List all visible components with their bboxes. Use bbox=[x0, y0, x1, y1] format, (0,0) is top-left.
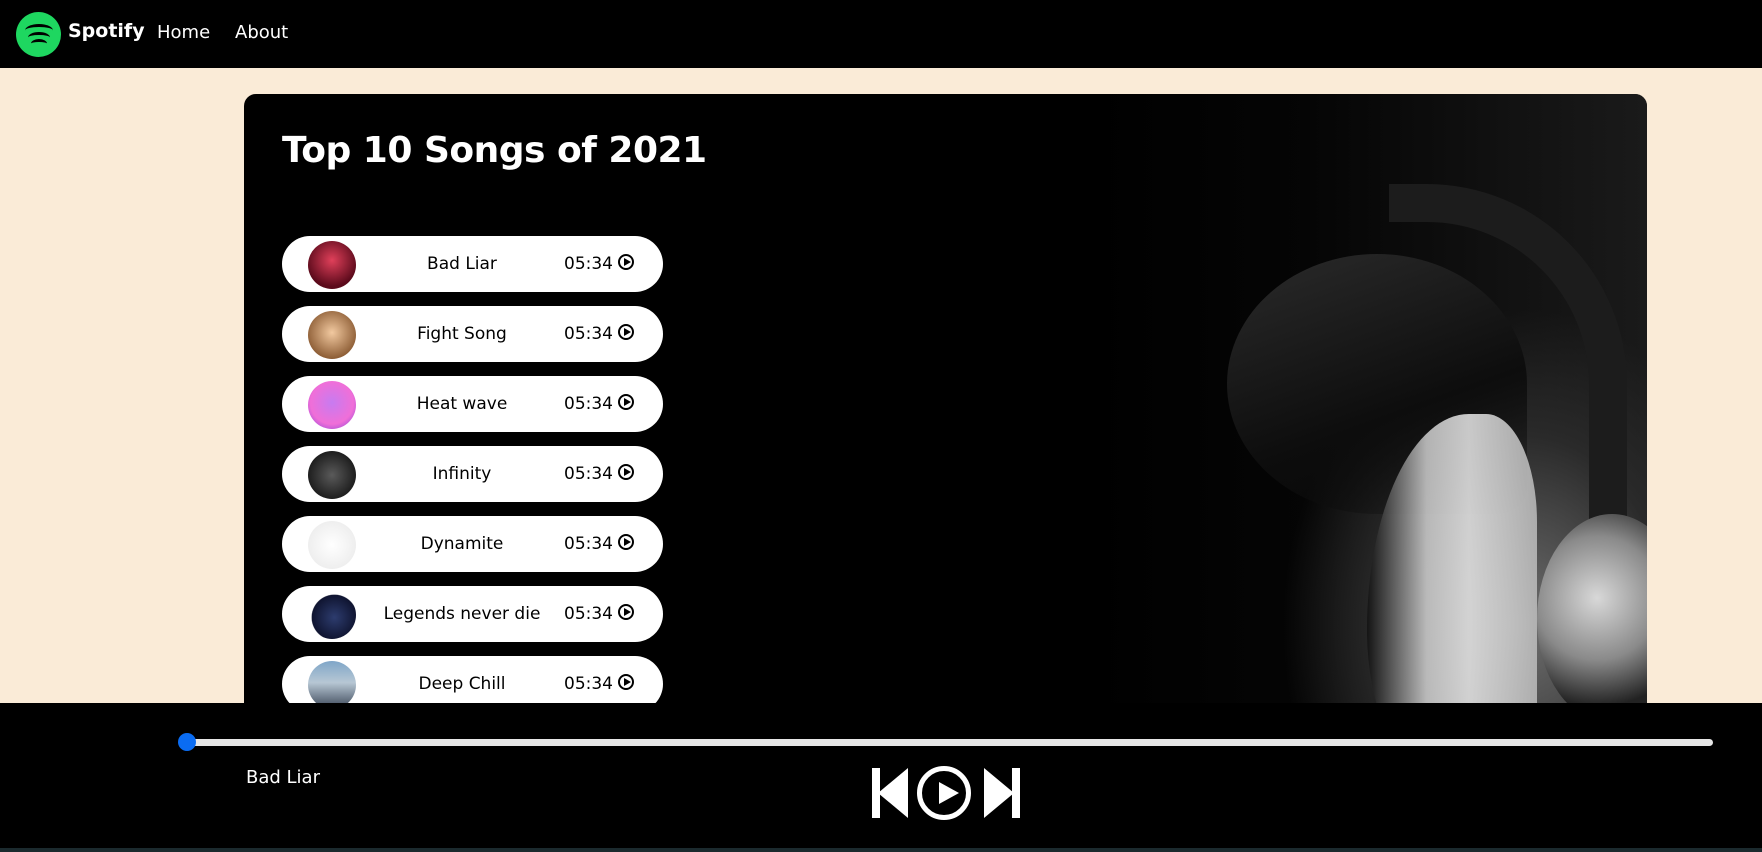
song-name: Fight Song bbox=[417, 324, 507, 344]
song-item[interactable]: Legends never die 05:34 bbox=[282, 586, 663, 642]
spotify-logo-icon[interactable] bbox=[16, 12, 61, 57]
album-cover-image bbox=[308, 451, 356, 499]
song-item[interactable]: Heat wave 05:34 bbox=[282, 376, 663, 432]
album-cover-image bbox=[308, 381, 356, 429]
page-title: Top 10 Songs of 2021 bbox=[282, 130, 707, 171]
song-name: Bad Liar bbox=[427, 254, 497, 274]
play-circle-icon[interactable] bbox=[618, 534, 634, 550]
song-name: Legends never die bbox=[383, 604, 541, 624]
album-cover-image bbox=[308, 521, 356, 569]
brand-name[interactable]: Spotify bbox=[68, 20, 145, 42]
play-circle-icon[interactable] bbox=[618, 254, 634, 270]
progress-slider-handle[interactable] bbox=[178, 733, 196, 751]
play-circle-icon[interactable] bbox=[618, 464, 634, 480]
song-duration: 05:34 bbox=[564, 394, 613, 414]
song-item[interactable]: Dynamite 05:34 bbox=[282, 516, 663, 572]
song-duration: 05:34 bbox=[564, 254, 613, 274]
song-name: Dynamite bbox=[420, 534, 504, 554]
song-duration: 05:34 bbox=[564, 674, 613, 694]
album-cover-image bbox=[308, 311, 356, 359]
next-track-icon[interactable] bbox=[982, 768, 1020, 818]
song-name: Deep Chill bbox=[418, 674, 506, 694]
nav-link-home[interactable]: Home bbox=[157, 22, 210, 43]
now-playing-title: Bad Liar bbox=[246, 767, 320, 788]
song-duration: 05:34 bbox=[564, 464, 613, 484]
play-circle-icon[interactable] bbox=[618, 604, 634, 620]
previous-track-icon[interactable] bbox=[872, 768, 910, 818]
song-item[interactable]: Fight Song 05:34 bbox=[282, 306, 663, 362]
song-duration: 05:34 bbox=[564, 324, 613, 344]
songs-card: Top 10 Songs of 2021 Bad Liar 05:34 Figh… bbox=[244, 94, 1647, 774]
song-item[interactable]: Bad Liar 05:34 bbox=[282, 236, 663, 292]
album-cover-image bbox=[308, 591, 356, 639]
play-circle-icon[interactable] bbox=[618, 324, 634, 340]
album-cover-image bbox=[308, 241, 356, 289]
play-icon[interactable] bbox=[917, 766, 971, 820]
song-duration: 05:34 bbox=[564, 534, 613, 554]
album-cover-image bbox=[308, 661, 356, 709]
window-bottom-edge bbox=[0, 848, 1762, 852]
bottom-player: Bad Liar bbox=[0, 703, 1762, 852]
top-nav: Spotify Home About bbox=[0, 0, 1762, 68]
song-duration: 05:34 bbox=[564, 604, 613, 624]
progress-bar[interactable] bbox=[186, 739, 1713, 746]
song-item[interactable]: Infinity 05:34 bbox=[282, 446, 663, 502]
play-circle-icon[interactable] bbox=[618, 394, 634, 410]
song-name: Heat wave bbox=[416, 394, 508, 414]
play-circle-icon[interactable] bbox=[618, 674, 634, 690]
hero-image bbox=[1087, 94, 1647, 774]
song-name: Infinity bbox=[432, 464, 492, 484]
nav-link-about[interactable]: About bbox=[235, 22, 288, 43]
